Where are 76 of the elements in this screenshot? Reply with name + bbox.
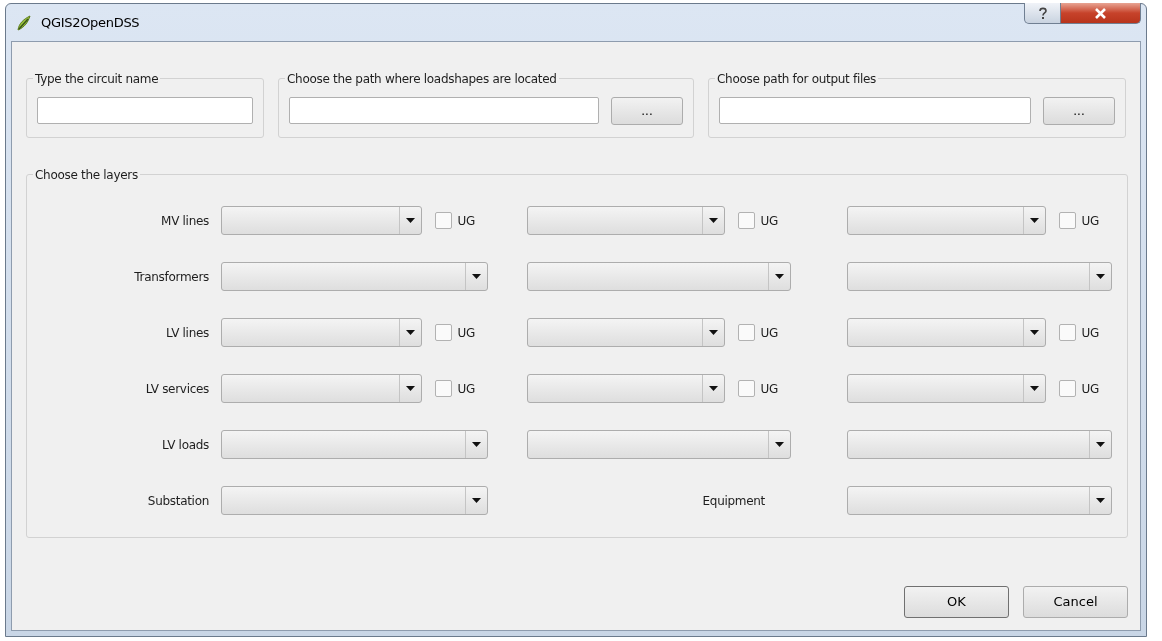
dropdown-arrow-icon <box>472 274 481 279</box>
checkbox-label: UG <box>457 380 475 398</box>
dropdown-arrow-icon <box>405 330 415 335</box>
dropdown[interactable] <box>527 430 791 459</box>
checkbox-label: UG <box>457 212 475 230</box>
dropdown[interactable] <box>527 318 725 347</box>
dropdown[interactable] <box>221 486 488 515</box>
dropdown-arrow-icon <box>472 442 481 447</box>
checkbox-label: UG <box>1081 324 1099 342</box>
dialog-button[interactable]: OK <box>904 586 1009 618</box>
dropdown[interactable] <box>221 318 422 347</box>
text-field[interactable] <box>289 97 599 124</box>
group-title: Choose the layers <box>33 166 140 184</box>
checkbox[interactable] <box>1058 324 1076 341</box>
checkbox[interactable] <box>434 212 452 229</box>
dropdown[interactable] <box>847 374 1046 403</box>
dropdown[interactable] <box>221 206 422 235</box>
group-title: Choose the path where loadshapes are located <box>285 70 559 88</box>
checkbox[interactable] <box>1058 212 1076 229</box>
dropdown-arrow-icon <box>405 386 415 391</box>
dropdown-arrow-icon <box>775 442 784 447</box>
dropdown-arrow-icon <box>1096 442 1105 447</box>
leaf-icon <box>15 13 33 32</box>
dropdown[interactable] <box>221 262 488 291</box>
close-icon <box>1094 7 1107 19</box>
text-field[interactable] <box>719 97 1031 124</box>
checkbox[interactable] <box>737 212 755 229</box>
checkbox[interactable] <box>434 380 452 397</box>
dropdown-arrow-icon <box>1029 386 1039 391</box>
dropdown-arrow-icon <box>775 274 784 279</box>
dropdown-arrow-icon <box>708 218 718 223</box>
dropdown-arrow-icon <box>405 218 415 223</box>
checkbox[interactable] <box>434 324 452 341</box>
checkbox[interactable] <box>1058 380 1076 397</box>
checkbox-label: UG <box>457 324 475 342</box>
dropdown[interactable] <box>527 262 791 291</box>
checkbox-label: UG <box>1081 380 1099 398</box>
group-title: Type the circuit name <box>33 70 161 88</box>
close-button[interactable] <box>1061 3 1141 24</box>
checkbox[interactable] <box>737 324 755 341</box>
field-label: LV services <box>144 380 210 398</box>
checkbox[interactable] <box>737 380 755 397</box>
field-label: Equipment <box>702 492 765 510</box>
help-button[interactable] <box>1024 3 1061 24</box>
field-label: Substation <box>146 492 210 510</box>
dropdown-arrow-icon <box>1096 498 1105 503</box>
browse-button[interactable]: ... <box>611 97 683 125</box>
field-label: LV lines <box>165 324 210 342</box>
field-label: Transformers <box>133 268 210 286</box>
dialog-button[interactable]: Cancel <box>1023 586 1128 618</box>
checkbox-label: UG <box>760 212 778 230</box>
text-field[interactable] <box>37 97 253 124</box>
dropdown-arrow-icon <box>1029 330 1039 335</box>
dropdown[interactable] <box>221 374 422 403</box>
checkbox-label: UG <box>760 324 778 342</box>
dropdown-arrow-icon <box>1096 274 1105 279</box>
dropdown-arrow-icon <box>472 498 481 503</box>
help-icon <box>1037 6 1048 20</box>
dropdown-arrow-icon <box>708 386 718 391</box>
dropdown[interactable] <box>527 206 725 235</box>
browse-button[interactable]: ... <box>1043 97 1115 125</box>
dropdown[interactable] <box>527 374 725 403</box>
checkbox-label: UG <box>1081 212 1099 230</box>
dropdown[interactable] <box>847 486 1112 515</box>
dropdown[interactable] <box>847 318 1046 347</box>
field-label: LV loads <box>161 436 210 454</box>
dropdown-arrow-icon <box>708 330 718 335</box>
dropdown-arrow-icon <box>1029 218 1039 223</box>
dropdown[interactable] <box>847 206 1046 235</box>
checkbox-label: UG <box>760 380 778 398</box>
dropdown[interactable] <box>847 262 1112 291</box>
window-title: QGIS2OpenDSS <box>41 13 140 32</box>
group-title: Choose path for output files <box>715 70 879 88</box>
dropdown[interactable] <box>221 430 488 459</box>
dropdown[interactable] <box>847 430 1112 459</box>
field-label: MV lines <box>160 212 210 230</box>
